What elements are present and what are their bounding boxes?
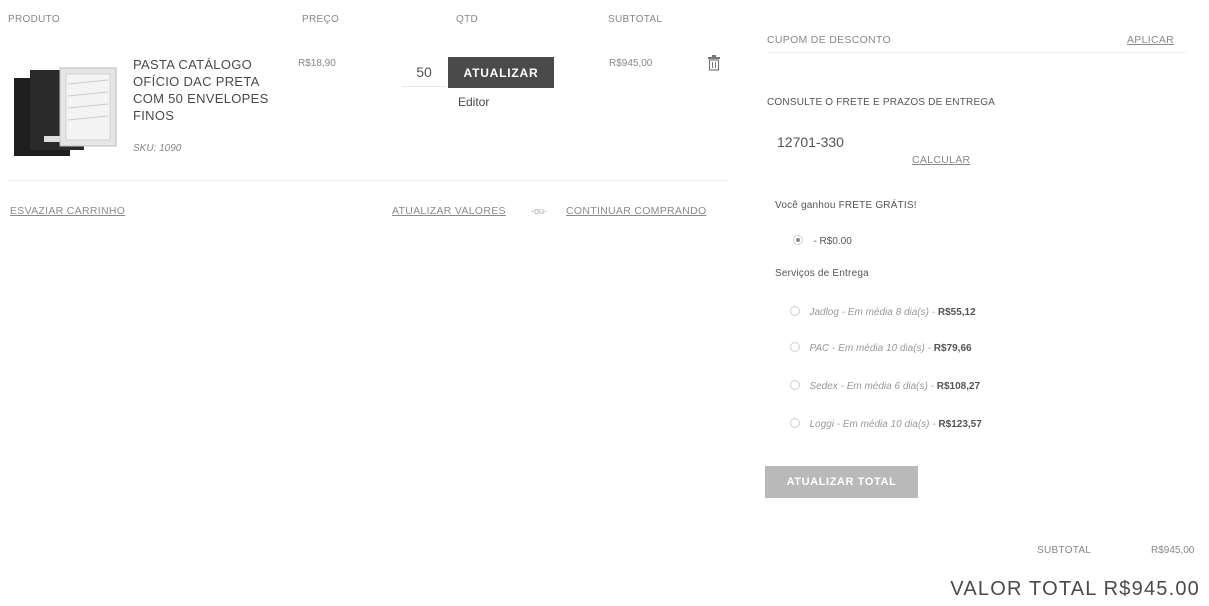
service-radio[interactable] bbox=[790, 379, 800, 390]
header-qty: QTD bbox=[456, 14, 479, 25]
grand-total-value: R$945.00 bbox=[1103, 578, 1200, 600]
calculate-shipping-link[interactable]: CALCULAR bbox=[912, 154, 970, 166]
service-option-loggi[interactable]: Loggi - Em média 10 dia(s) - R$123,57 bbox=[790, 414, 982, 432]
trash-icon[interactable] bbox=[707, 55, 721, 71]
update-values-link[interactable]: ATUALIZAR VALORES bbox=[392, 205, 506, 217]
service-radio[interactable] bbox=[790, 305, 800, 316]
service-option-sedex[interactable]: Sedex - Em média 6 dia(s) - R$108,27 bbox=[790, 376, 980, 394]
shipping-title: CONSULTE O FRETE E PRAZOS DE ENTREGA bbox=[767, 97, 996, 108]
apply-coupon-link[interactable]: APLICAR bbox=[1127, 34, 1174, 46]
zip-input[interactable]: 12701-330 bbox=[777, 134, 844, 150]
empty-cart-link[interactable]: ESVAZIAR CARRINHO bbox=[10, 205, 125, 217]
coupon-label: CUPOM DE DESCONTO bbox=[767, 34, 891, 46]
update-quantity-button[interactable]: ATUALIZAR bbox=[448, 57, 554, 88]
editor-label: Editor bbox=[458, 95, 490, 109]
coupon-input-underline bbox=[767, 52, 1187, 53]
grand-total-label: VALOR TOTAL bbox=[950, 578, 1097, 600]
service-radio[interactable] bbox=[790, 341, 800, 352]
header-price: PREÇO bbox=[302, 14, 340, 25]
unit-price: R$18,90 bbox=[298, 58, 336, 69]
update-total-button[interactable]: ATUALIZAR TOTAL bbox=[765, 466, 918, 498]
free-shipping-price: - R$0.00 bbox=[813, 236, 852, 247]
header-product: PRODUTO bbox=[8, 14, 60, 25]
item-subtotal: R$945,00 bbox=[609, 58, 653, 69]
folder-image bbox=[14, 67, 117, 156]
free-shipping-radio[interactable] bbox=[793, 234, 803, 245]
free-shipping-option[interactable]: - R$0.00 bbox=[793, 231, 852, 249]
product-name[interactable]: PASTA CATÁLOGO OFÍCIO DAC PRETA COM 50 E… bbox=[133, 56, 283, 124]
cart-divider bbox=[8, 180, 728, 181]
header-subtotal: SUBTOTAL bbox=[608, 14, 663, 25]
free-shipping-title: Você ganhou FRETE GRÁTIS! bbox=[775, 200, 917, 211]
totals-subtotal-label: SUBTOTAL bbox=[1037, 545, 1092, 556]
service-radio[interactable] bbox=[790, 417, 800, 428]
continue-shopping-link[interactable]: CONTINUAR COMPRANDO bbox=[566, 205, 706, 217]
totals-subtotal-value: R$945,00 bbox=[1151, 545, 1195, 556]
quantity-input[interactable] bbox=[402, 58, 446, 87]
services-title: Serviços de Entrega bbox=[775, 268, 869, 279]
or-separator: -ou- bbox=[531, 206, 548, 216]
service-option-jadlog[interactable]: Jadlog - Em média 8 dia(s) - R$55,12 bbox=[790, 302, 976, 320]
grand-total: VALOR TOTAL R$945.00 bbox=[950, 578, 1200, 601]
product-sku: SKU: 1090 bbox=[133, 143, 182, 154]
product-image[interactable] bbox=[10, 64, 120, 158]
service-option-pac[interactable]: PAC - Em média 10 dia(s) - R$79,66 bbox=[790, 338, 972, 356]
